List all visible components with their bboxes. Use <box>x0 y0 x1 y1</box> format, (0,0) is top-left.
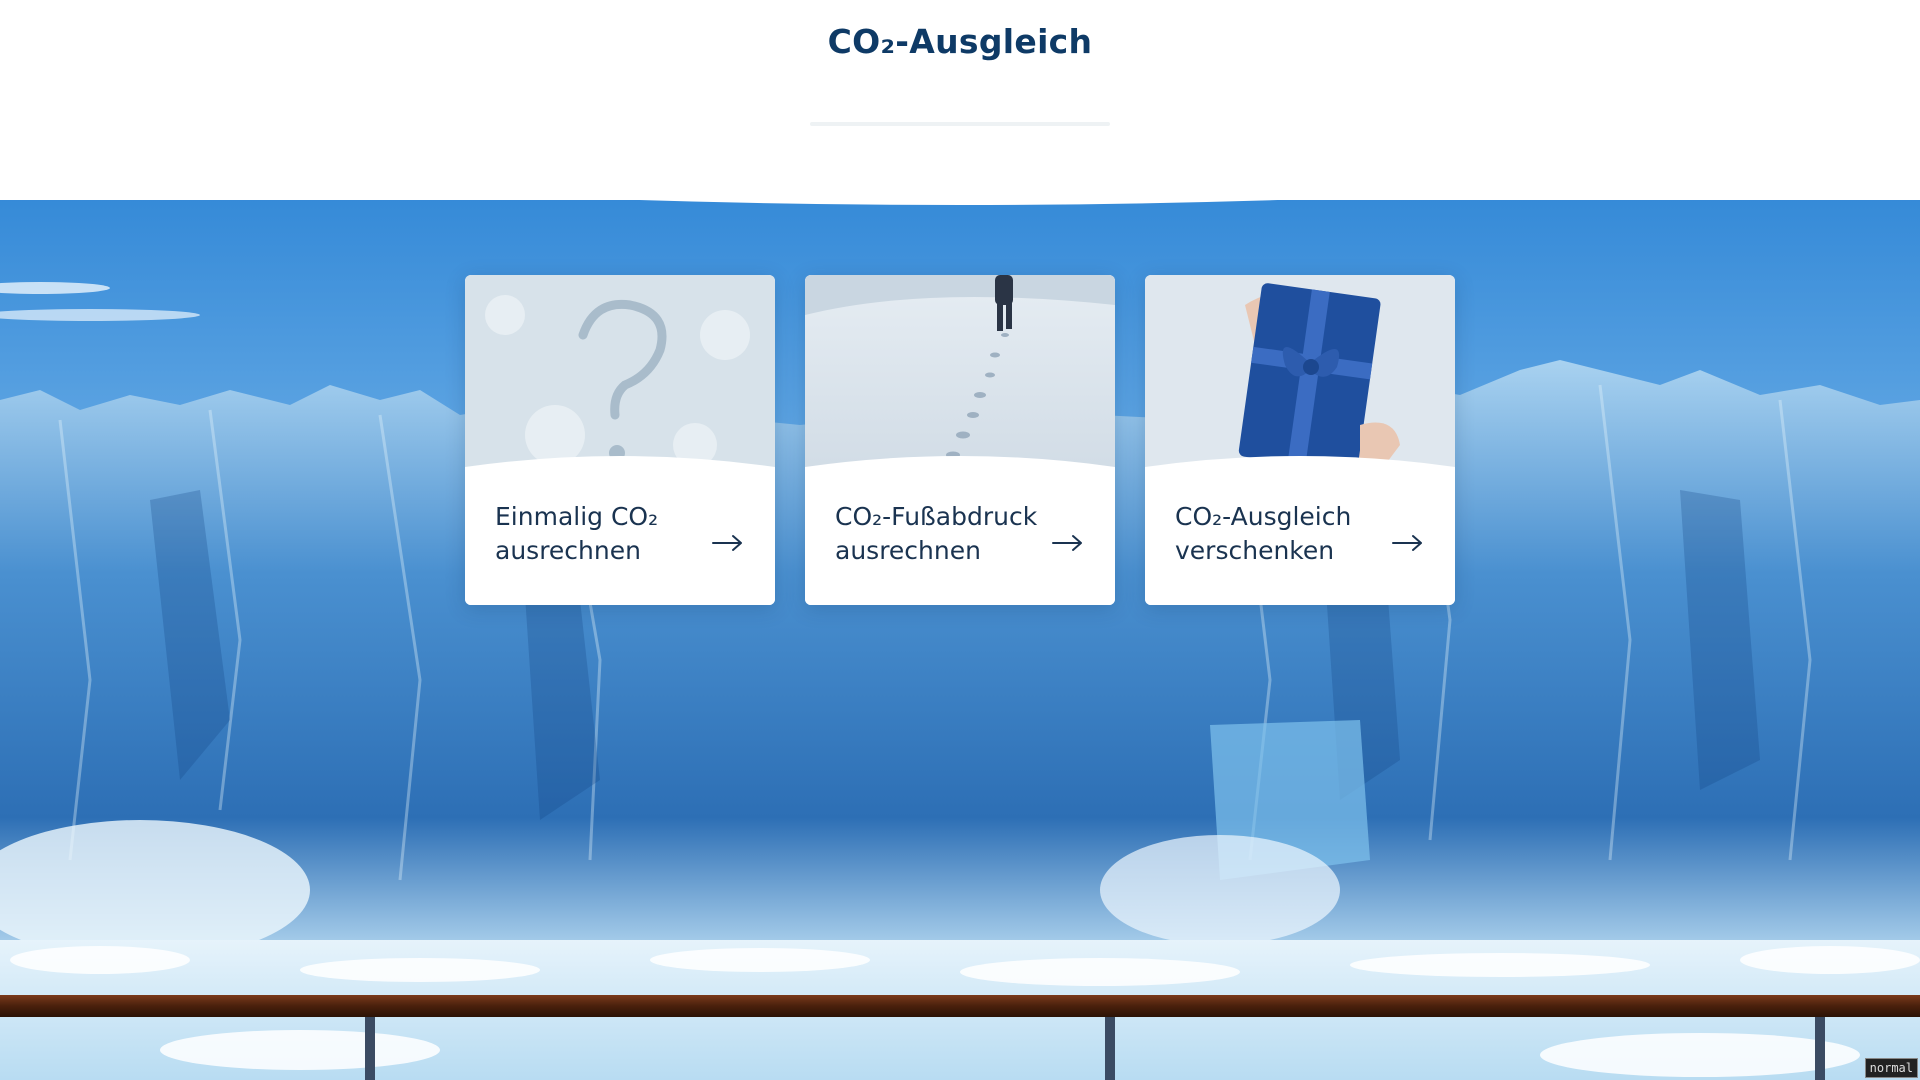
snow-question-mark-image <box>465 275 775 485</box>
card-label: CO₂-Fußabdruck ausrechnen <box>835 500 1055 568</box>
card-label-line1: CO₂-Fußabdruck <box>835 502 1038 531</box>
card-label-line2: verschenken <box>1175 536 1335 565</box>
title-underline <box>810 122 1110 126</box>
card-einmalig-co2[interactable]: Einmalig CO₂ ausrechnen <box>465 275 775 605</box>
mode-badge: normal <box>1864 1058 1918 1078</box>
gift-box-in-hands-image <box>1145 275 1455 485</box>
page-header: CO₂-Ausgleich <box>0 0 1920 200</box>
card-row: Einmalig CO₂ ausrechnen CO₂-Fußabdruck a… <box>465 275 1455 605</box>
card-label-line2: ausrechnen <box>835 536 981 565</box>
card-label: Einmalig CO₂ ausrechnen <box>495 500 715 568</box>
arrow-right-icon <box>1392 535 1422 551</box>
card-label: CO₂-Ausgleich verschenken <box>1175 500 1395 568</box>
card-label-line2: ausrechnen <box>495 536 641 565</box>
arrow-right-icon <box>1052 535 1082 551</box>
card-label-line1: Einmalig CO₂ <box>495 502 659 531</box>
page-title: CO₂-Ausgleich <box>827 22 1093 61</box>
arrow-right-icon <box>712 535 742 551</box>
card-label-line1: CO₂-Ausgleich <box>1175 502 1352 531</box>
card-co2-ausgleich-verschenken[interactable]: CO₂-Ausgleich verschenken <box>1145 275 1455 605</box>
card-co2-fussabdruck[interactable]: CO₂-Fußabdruck ausrechnen <box>805 275 1115 605</box>
footprints-in-snow-image <box>805 275 1115 485</box>
